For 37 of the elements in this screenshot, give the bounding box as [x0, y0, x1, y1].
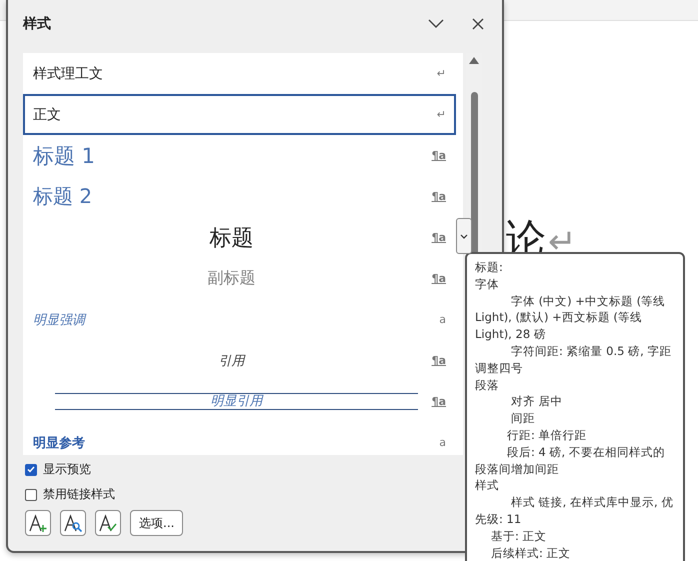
style-name: 标题 1 [33, 142, 96, 170]
style-name: 标题 [208, 224, 254, 252]
tooltip-line: 字体 [475, 276, 500, 293]
style-type-marker: ↵ [436, 108, 446, 121]
tooltip-line: 对齐 居中 [510, 393, 564, 410]
style-name: 引用 [218, 352, 246, 370]
tooltip-line: 段后: 4 磅, 不要在相同样式的段落间增加间距 [475, 444, 666, 478]
tooltip-line: 字符间距: 紧缩量 0.5 磅, 字距调整四号 [475, 342, 672, 377]
paragraph-mark: ↵ [548, 221, 576, 264]
tooltip-line: 标题: [475, 259, 504, 276]
tooltip-line: 行距: 单倍行距 [506, 426, 588, 444]
style-name: 明显强调 [33, 312, 85, 328]
style-name: 标题 2 [33, 183, 92, 210]
style-type-marker: ¶a [430, 190, 446, 203]
tooltip-line: 基于: 正文 [490, 528, 548, 545]
style-name: 副标题 [206, 268, 256, 289]
style-type-marker: ↵ [436, 67, 446, 80]
tooltip-line: 样式 链接, 在样式库中显示, 优先级: 11 [475, 494, 674, 528]
style-type-marker: ¶a [430, 395, 446, 408]
style-type-marker: ¶a [430, 231, 446, 244]
style-type-marker: ¶a [430, 272, 446, 285]
tooltip-line: 样式 [475, 477, 500, 494]
style-name: 正文 [33, 106, 61, 124]
style-type-marker: a [438, 436, 446, 449]
style-type-marker: ¶a [430, 354, 446, 367]
style-name: 样式理工文 [33, 64, 103, 82]
style-name: 明显引用 [55, 393, 418, 410]
style-type-marker: a [438, 313, 446, 326]
style-type-marker: ¶a [430, 149, 446, 162]
style-name: 明显参考 [33, 434, 85, 452]
checkbox-label: 禁用链接样式 [43, 486, 115, 503]
tooltip-line: 字体 (中文) +中文标题 (等线 Light), (默认) +西文标题 (等线 Light), 28 磅 [475, 292, 666, 343]
tooltip-line: 后续样式: 正文 [490, 544, 572, 561]
checkbox-label: 显示预览 [43, 461, 91, 478]
pane-title: 样式 [23, 15, 52, 33]
tooltip-line: 段落 [475, 376, 500, 394]
tooltip-line: 间距 [510, 410, 536, 427]
